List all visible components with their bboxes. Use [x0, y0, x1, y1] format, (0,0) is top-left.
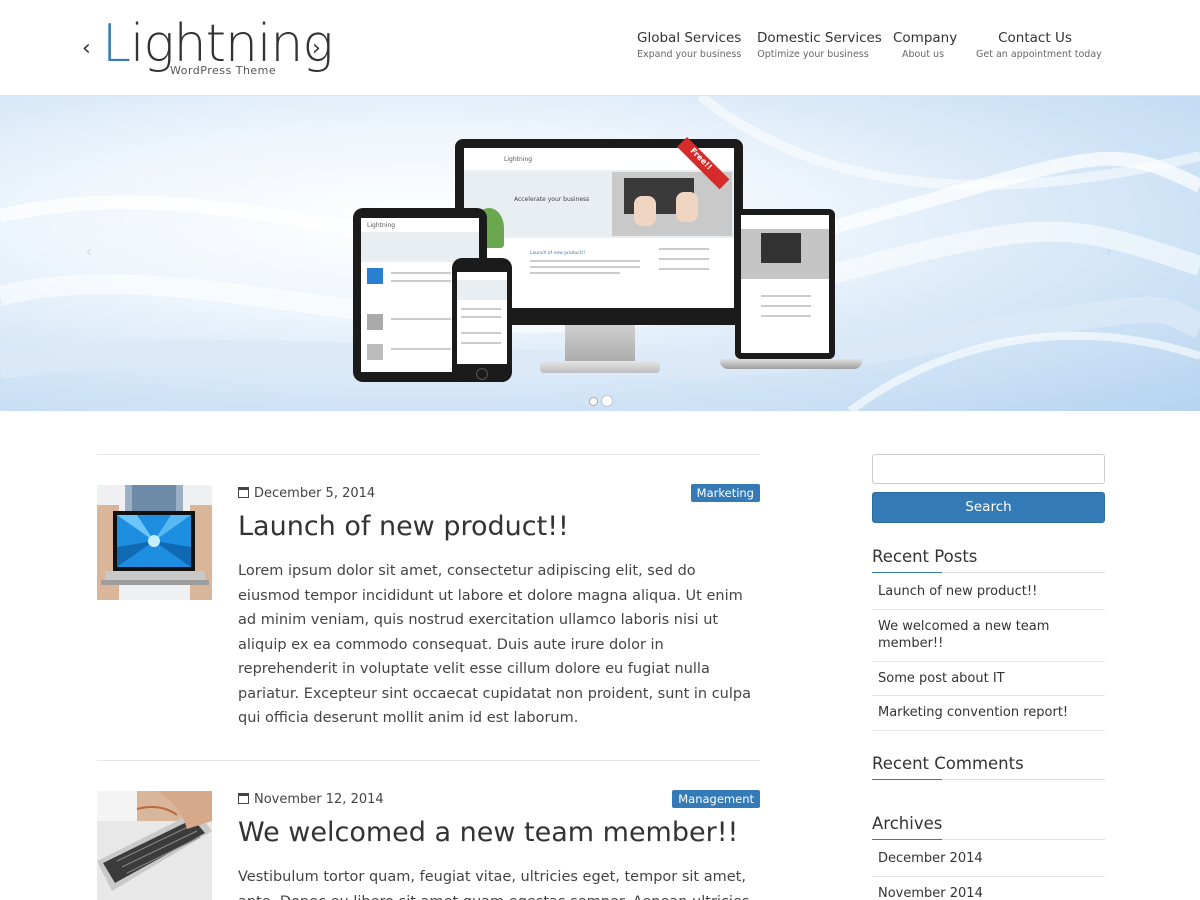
search-button[interactable]: Search [872, 492, 1105, 523]
post-thumbnail[interactable] [97, 485, 212, 600]
post-item: December 5, 2014 Marketing Launch of new… [97, 454, 760, 760]
logo-first-letter: L [102, 14, 131, 74]
nav-sublabel: Optimize your business [757, 49, 869, 60]
laptop-image [735, 209, 835, 359]
slider-dot-2[interactable] [602, 396, 612, 406]
post-excerpt: Lorem ipsum dolor sit amet, consectetur … [238, 563, 751, 726]
screen-post: Launch of new product!! [530, 251, 586, 256]
post-date: November 12, 2014 [238, 792, 384, 807]
nav-label: Global Services [637, 30, 742, 46]
post-excerpt: Vestibulum tortor quam, feugiat vitae, u… [238, 869, 749, 900]
site-header: ‹ Lightning › WordPress Theme Global Ser… [0, 0, 1200, 96]
recent-post-link[interactable]: Marketing convention report! [872, 696, 1105, 731]
recent-posts-title: Recent Posts [872, 547, 1105, 573]
nav-sublabel: Expand your business [637, 49, 742, 60]
post-title[interactable]: Launch of new product!! [238, 511, 569, 542]
monitor-stand [565, 325, 635, 365]
site-logo[interactable]: ‹ Lightning › WordPress Theme [80, 14, 334, 80]
archive-link[interactable]: November 2014 [872, 877, 1105, 900]
laptop-base [720, 359, 862, 369]
nav-item-company[interactable]: Company About us [893, 30, 958, 60]
calendar-icon [238, 487, 249, 498]
recent-posts-list: Launch of new product!! We welcomed a ne… [872, 575, 1105, 731]
nav-sublabel: Get an appointment today [976, 49, 1102, 60]
nav-item-global-services[interactable]: Global Services Expand your business [637, 30, 742, 60]
slider-next-icon[interactable]: › [1106, 244, 1112, 260]
slider-pagination [589, 391, 616, 410]
search-input[interactable] [872, 454, 1105, 484]
slider-dot-1[interactable] [589, 397, 598, 406]
screen-headline: Accelerate your business [514, 196, 590, 203]
archives-list: December 2014 November 2014 [872, 842, 1105, 900]
slider-prev-icon[interactable]: ‹ [86, 244, 92, 260]
recent-post-link[interactable]: We welcomed a new team member!! [872, 610, 1105, 662]
nav-sublabel: About us [901, 49, 945, 60]
nav-label: Company [893, 30, 958, 46]
chevron-left-icon: ‹ [82, 36, 91, 61]
nav-item-contact-us[interactable]: Contact Us Get an appointment today [976, 30, 1102, 60]
nav-label: Domestic Services [757, 30, 882, 46]
hero-slider[interactable]: ‹ › Lightning Accelerate your business L… [0, 96, 1200, 411]
screen-brand: Lightning [504, 156, 533, 163]
archives-title: Archives [872, 814, 1105, 840]
nav-label: Contact Us [998, 30, 1072, 46]
post-title[interactable]: We welcomed a new team member!! [238, 817, 738, 848]
phone-image [452, 258, 512, 382]
post-date: December 5, 2014 [238, 486, 375, 501]
logo-tagline: WordPress Theme [170, 64, 277, 77]
calendar-icon [238, 793, 249, 804]
post-thumbnail[interactable] [97, 791, 212, 900]
category-badge[interactable]: Marketing [690, 484, 760, 502]
recent-post-link[interactable]: Some post about IT [872, 662, 1105, 696]
archive-link[interactable]: December 2014 [872, 842, 1105, 877]
recent-post-link[interactable]: Launch of new product!! [872, 575, 1105, 610]
nav-item-domestic-services[interactable]: Domestic Services Optimize your business [757, 30, 882, 60]
chevron-right-icon: › [312, 36, 321, 61]
post-item: November 12, 2014 Management We welcomed… [97, 760, 760, 900]
recent-comments-title: Recent Comments [872, 754, 1105, 780]
category-badge[interactable]: Management [672, 790, 760, 808]
